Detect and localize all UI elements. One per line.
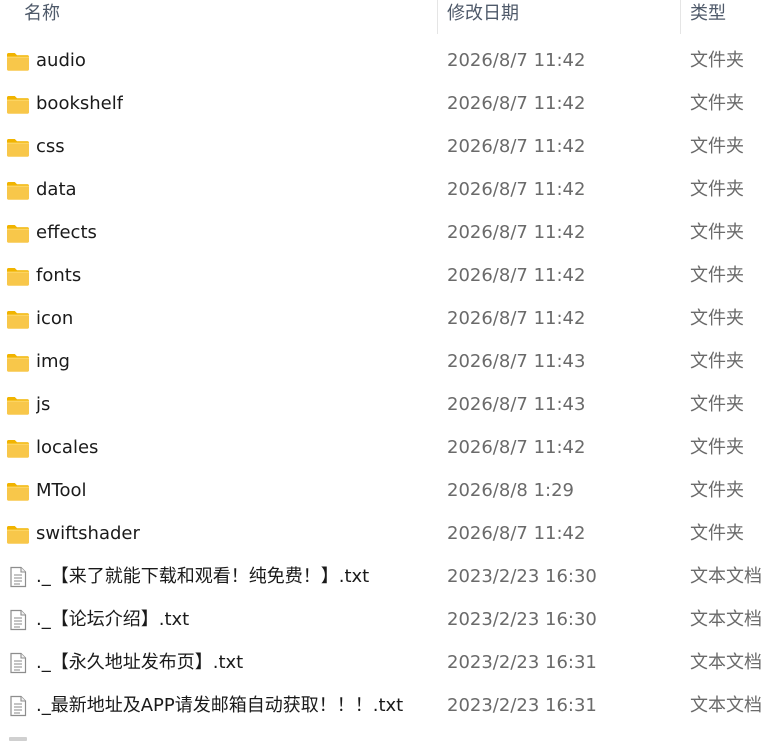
folder-icon [6, 93, 30, 115]
folder-icon [6, 394, 30, 416]
item-date: 2023/2/23 16:30 [447, 566, 597, 587]
folder-icon [6, 523, 30, 545]
item-type: 文件夹 [690, 394, 744, 415]
folder-icon [6, 308, 30, 330]
list-item[interactable]: ._最新地址及APP请发邮箱自动获取！！！.txt 2023/2/23 16:31… [0, 684, 765, 727]
item-name: ._【来了就能下载和观看！纯免费！】.txt [36, 566, 370, 587]
list-item[interactable]: swiftshader 2026/8/7 11:42 文件夹 [0, 512, 765, 555]
list-item[interactable]: js 2026/8/7 11:43 文件夹 [0, 383, 765, 426]
item-date: 2026/8/7 11:42 [447, 50, 586, 71]
item-type: 文件夹 [690, 437, 744, 458]
item-type: 文件夹 [690, 351, 744, 372]
item-type: 文件夹 [690, 136, 744, 157]
text-file-icon [6, 609, 30, 631]
column-header-date[interactable]: 修改日期 [447, 0, 519, 34]
list-item[interactable]: locales 2026/8/7 11:42 文件夹 [0, 426, 765, 469]
item-name: ._【论坛介绍】.txt [36, 609, 190, 630]
item-type: 文本文档 [690, 695, 762, 716]
item-name: effects [36, 222, 97, 243]
item-name: ._【永久地址发布页】.txt [36, 652, 244, 673]
item-type: 文本文档 [690, 652, 762, 673]
item-type: 文本文档 [690, 609, 762, 630]
item-type: 文件夹 [690, 480, 744, 501]
list-item[interactable]: data 2026/8/7 11:42 文件夹 [0, 168, 765, 211]
item-name: locales [36, 437, 99, 458]
item-type: 文件夹 [690, 308, 744, 329]
item-name: swiftshader [36, 523, 140, 544]
list-item[interactable]: effects 2026/8/7 11:42 文件夹 [0, 211, 765, 254]
list-item[interactable]: ._【来了就能下载和观看！纯免费！】.txt 2023/2/23 16:30 文本文… [0, 555, 765, 598]
item-date: 2026/8/7 11:42 [447, 93, 586, 114]
item-type: 文件夹 [690, 523, 744, 544]
folder-icon [6, 480, 30, 502]
item-type: 文本文档 [690, 566, 762, 587]
partially-visible-list-item[interactable] [0, 735, 765, 741]
item-type: 文件夹 [690, 222, 744, 243]
folder-icon [6, 222, 30, 244]
list-item[interactable]: css 2026/8/7 11:42 文件夹 [0, 125, 765, 168]
item-name: js [36, 394, 51, 415]
item-name: fonts [36, 265, 82, 286]
item-name: ._最新地址及APP请发邮箱自动获取！！！.txt [36, 695, 404, 716]
column-header-name[interactable]: 名称 [24, 0, 60, 34]
item-date: 2026/8/7 11:43 [447, 394, 586, 415]
column-divider[interactable] [680, 0, 681, 34]
item-date: 2026/8/7 11:42 [447, 308, 586, 329]
list-item[interactable]: fonts 2026/8/7 11:42 文件夹 [0, 254, 765, 297]
text-file-icon [9, 737, 27, 741]
text-file-icon [6, 652, 30, 674]
item-date: 2026/8/7 11:42 [447, 136, 586, 157]
list-item[interactable]: audio 2026/8/7 11:42 文件夹 [0, 39, 765, 82]
folder-icon [6, 136, 30, 158]
folder-icon [6, 437, 30, 459]
item-name: data [36, 179, 77, 200]
list-item[interactable]: MTool 2026/8/8 1:29 文件夹 [0, 469, 765, 512]
item-date: 2026/8/7 11:42 [447, 222, 586, 243]
list-item[interactable]: ._【永久地址发布页】.txt 2023/2/23 16:31 文本文档 [0, 641, 765, 684]
item-name: MTool [36, 480, 87, 501]
item-date: 2023/2/23 16:31 [447, 695, 597, 716]
item-name: audio [36, 50, 86, 71]
list-item[interactable]: icon 2026/8/7 11:42 文件夹 [0, 297, 765, 340]
item-name: bookshelf [36, 93, 124, 114]
text-file-icon [6, 695, 30, 717]
file-list: audio 2026/8/7 11:42 文件夹 bookshelf 2026/8/7… [0, 39, 765, 727]
item-date: 2026/8/7 11:43 [447, 351, 586, 372]
list-item[interactable]: img 2026/8/7 11:43 文件夹 [0, 340, 765, 383]
item-date: 2023/2/23 16:31 [447, 652, 597, 673]
item-date: 2026/8/7 11:42 [447, 523, 586, 544]
item-type: 文件夹 [690, 179, 744, 200]
column-header-bar: 名称 修改日期 类型 [0, 0, 765, 34]
list-item[interactable]: ._【论坛介绍】.txt 2023/2/23 16:30 文本文档 [0, 598, 765, 641]
item-type: 文件夹 [690, 265, 744, 286]
item-type: 文件夹 [690, 50, 744, 71]
list-item[interactable]: bookshelf 2026/8/7 11:42 文件夹 [0, 82, 765, 125]
item-date: 2026/8/7 11:42 [447, 179, 586, 200]
item-name: icon [36, 308, 74, 329]
folder-icon [6, 179, 30, 201]
item-name: css [36, 136, 65, 157]
file-explorer-list: 名称 修改日期 类型 audio 2026/8/7 11:42 文件夹 booksh… [0, 0, 765, 741]
column-divider[interactable] [437, 0, 438, 34]
item-date: 2023/2/23 16:30 [447, 609, 597, 630]
item-date: 2026/8/7 11:42 [447, 265, 586, 286]
item-date: 2026/8/7 11:42 [447, 437, 586, 458]
item-name: img [36, 351, 70, 372]
folder-icon [6, 50, 30, 72]
column-header-type[interactable]: 类型 [690, 0, 726, 34]
item-type: 文件夹 [690, 93, 744, 114]
text-file-icon [6, 566, 30, 588]
folder-icon [6, 265, 30, 287]
folder-icon [6, 351, 30, 373]
item-date: 2026/8/8 1:29 [447, 480, 574, 501]
